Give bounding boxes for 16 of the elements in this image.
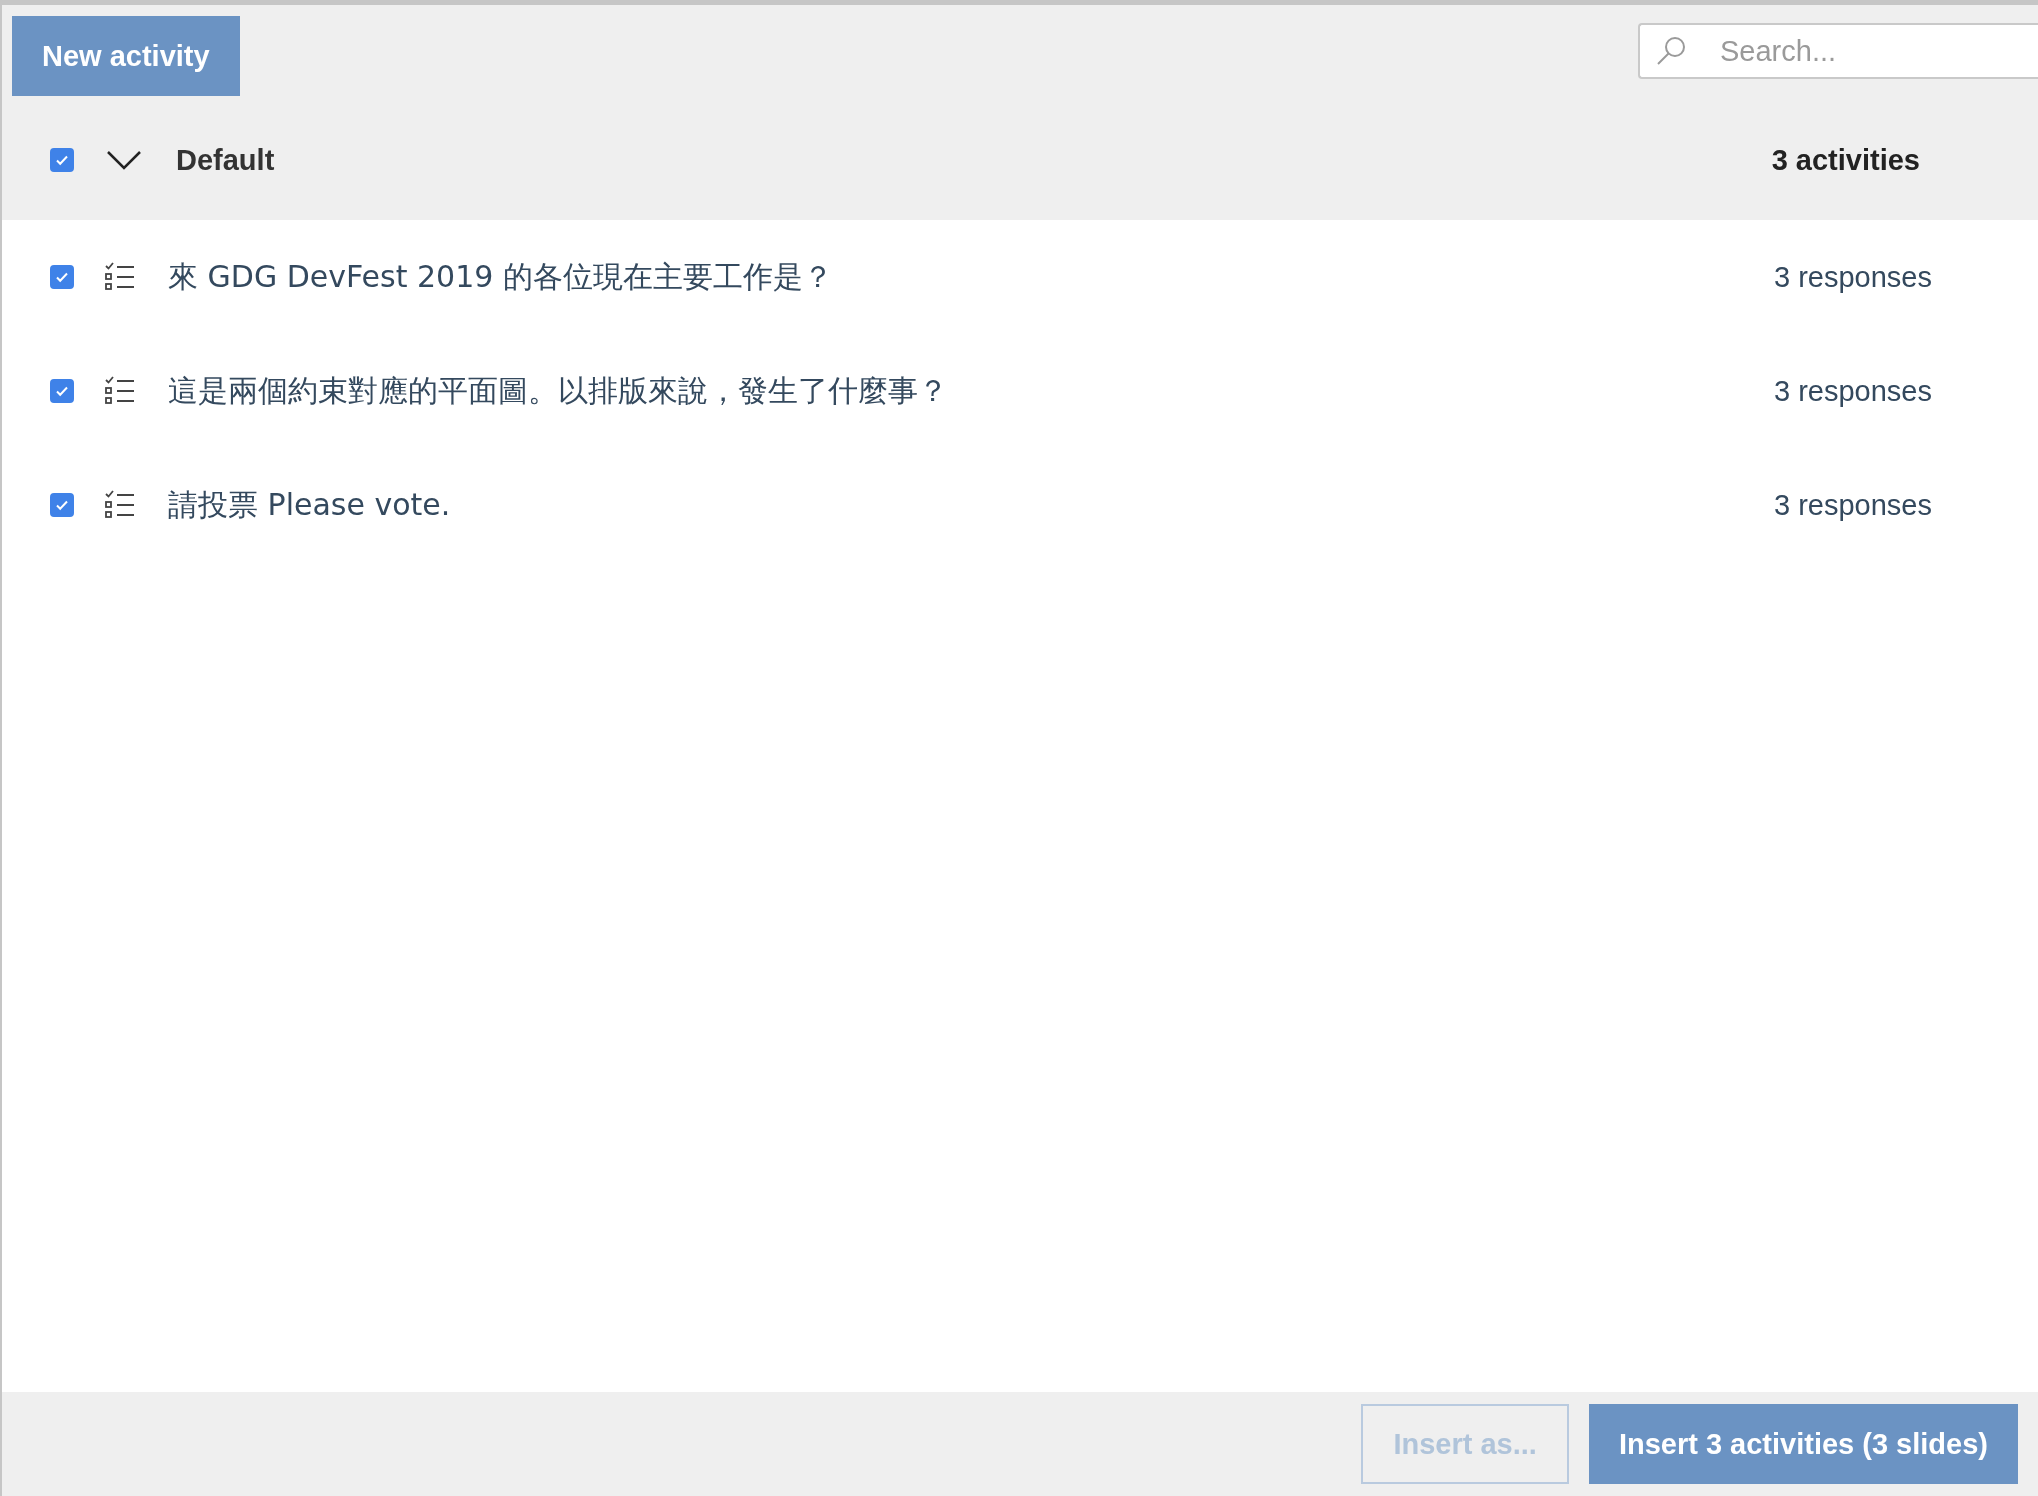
activity-count: 3 activities [1771,143,1920,177]
activity-title[interactable]: 請投票 Please vote. [168,484,1774,526]
checkbox[interactable] [50,493,74,517]
response-count: 3 responses [1774,260,1932,294]
checkbox[interactable] [50,265,74,289]
activity-title[interactable]: 來 GDG DevFest 2019 的各位現在主要工作是？ [168,256,1774,298]
group-name: Default [176,143,276,177]
checklist-icon [104,375,136,407]
response-count: 3 responses [1774,488,1932,522]
checkbox[interactable] [50,379,74,403]
checkbox[interactable] [50,148,74,172]
search-field[interactable]: Search... [1638,23,2038,79]
checklist-icon [104,489,136,521]
activity-title[interactable]: 這是兩個約束對應的平面圖。以排版來說，發生了什麼事？ [168,370,1774,412]
response-count: 3 responses [1774,374,1932,408]
checklist-icon [104,261,136,293]
